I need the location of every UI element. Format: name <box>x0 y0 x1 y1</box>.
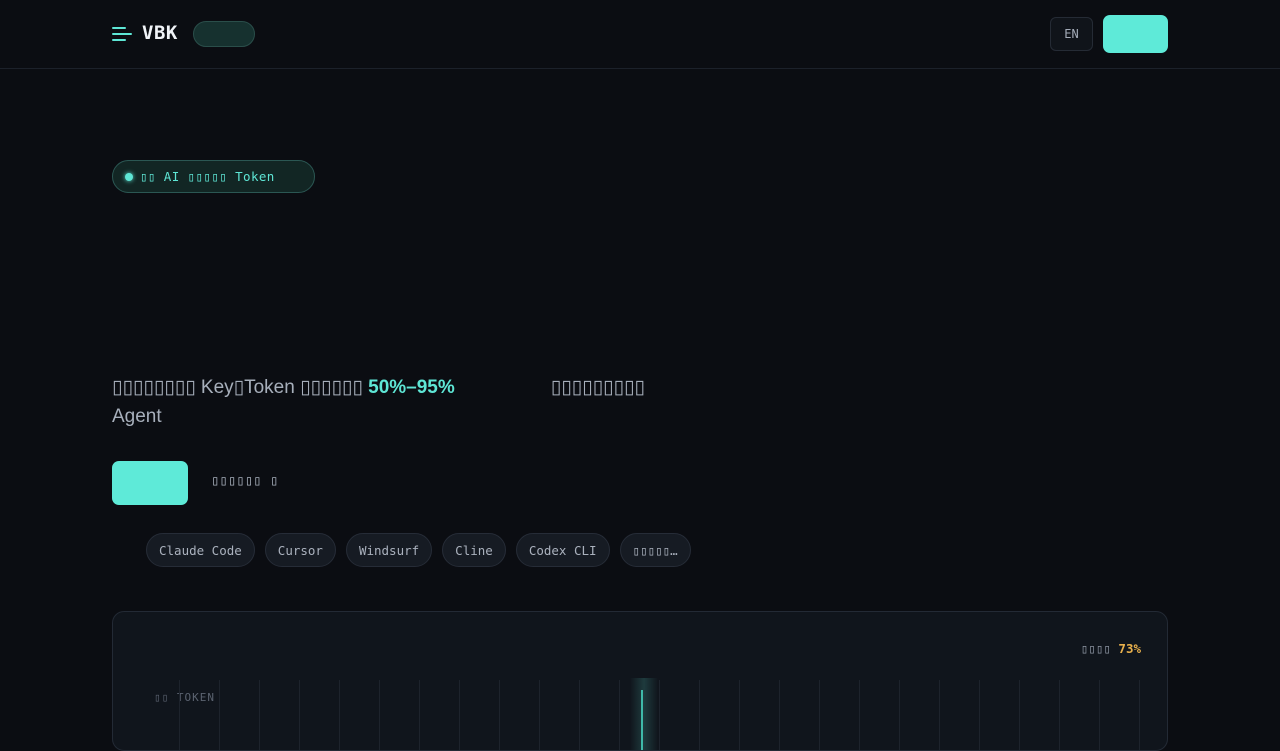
savings-stat: ▯▯▯▯ 73% <box>1081 641 1141 656</box>
token-highlight-marker <box>641 690 643 750</box>
grid-line <box>339 680 340 750</box>
grid-line <box>819 680 820 750</box>
tool-chip-claude-code[interactable]: Claude Code <box>146 533 255 567</box>
hero-description-tail: ▯▯▯▯▯▯▯▯▯ <box>550 377 645 398</box>
tool-chip-windsurf[interactable]: Windsurf <box>345 533 433 567</box>
grid-line <box>979 680 980 750</box>
grid-line <box>459 680 460 750</box>
status-dot-icon <box>125 172 133 181</box>
tool-chip-list: Claude Code Cursor Windsurf Cline Codex … <box>146 533 691 567</box>
grid-line <box>779 680 780 750</box>
header-cta-button[interactable] <box>1103 15 1168 53</box>
hero-description-line2: Agent <box>112 406 162 427</box>
grid-line <box>739 680 740 750</box>
tool-chip-cursor[interactable]: Cursor <box>264 533 336 567</box>
hamburger-menu-icon[interactable] <box>112 25 132 43</box>
grid-line <box>259 680 260 750</box>
hero-description-text: ▯▯▯▯▯▯▯▯ Key▯Token ▯▯▯▯▯▯ <box>112 377 369 398</box>
grid-line <box>939 680 940 750</box>
grid-line <box>619 680 620 750</box>
language-switch-button[interactable]: EN <box>1050 17 1093 51</box>
grid-line <box>579 680 580 750</box>
hero-badge: ▯▯ AI ▯▯▯▯▯ Token <box>112 160 315 193</box>
grid-line <box>499 680 500 750</box>
grid-line <box>859 680 860 750</box>
grid-line <box>1139 680 1140 750</box>
token-usage-panel: ▯▯▯▯ 73% ▯▯ TOKEN <box>112 611 1168 751</box>
token-axis-label: ▯▯ TOKEN <box>154 691 215 704</box>
top-nav: VBK EN <box>0 0 1280 69</box>
hero-savings-highlight: 50%–95% <box>368 377 455 398</box>
grid-line <box>899 680 900 750</box>
grid-line <box>179 680 180 750</box>
primary-cta-button[interactable] <box>112 461 188 505</box>
grid-line <box>1059 680 1060 750</box>
grid-line <box>1019 680 1020 750</box>
savings-stat-label: ▯▯▯▯ <box>1080 641 1119 656</box>
grid-line <box>299 680 300 750</box>
tool-chip-more[interactable]: ▯▯▯▯▯… <box>619 533 691 567</box>
grid-line <box>379 680 380 750</box>
grid-line <box>219 680 220 750</box>
grid-line <box>539 680 540 750</box>
secondary-link[interactable]: ▯▯▯▯▯▯ ▯ <box>211 473 278 489</box>
hero-description: ▯▯▯▯▯▯▯▯ Key▯Token ▯▯▯▯▯▯ 50%–95% ▯▯▯▯▯▯▯… <box>112 373 712 431</box>
savings-stat-value: 73% <box>1118 641 1141 656</box>
logo[interactable]: VBK <box>142 22 178 44</box>
tool-chip-codex-cli[interactable]: Codex CLI <box>515 533 610 567</box>
hero-badge-text: ▯▯ AI ▯▯▯▯▯ Token <box>140 169 275 184</box>
grid-line <box>659 680 660 750</box>
grid-line <box>419 680 420 750</box>
header-status-pill <box>193 21 255 47</box>
grid-line <box>699 680 700 750</box>
tool-chip-cline[interactable]: Cline <box>442 533 506 567</box>
grid-line <box>1099 680 1100 750</box>
token-highlight-glow <box>630 678 658 750</box>
